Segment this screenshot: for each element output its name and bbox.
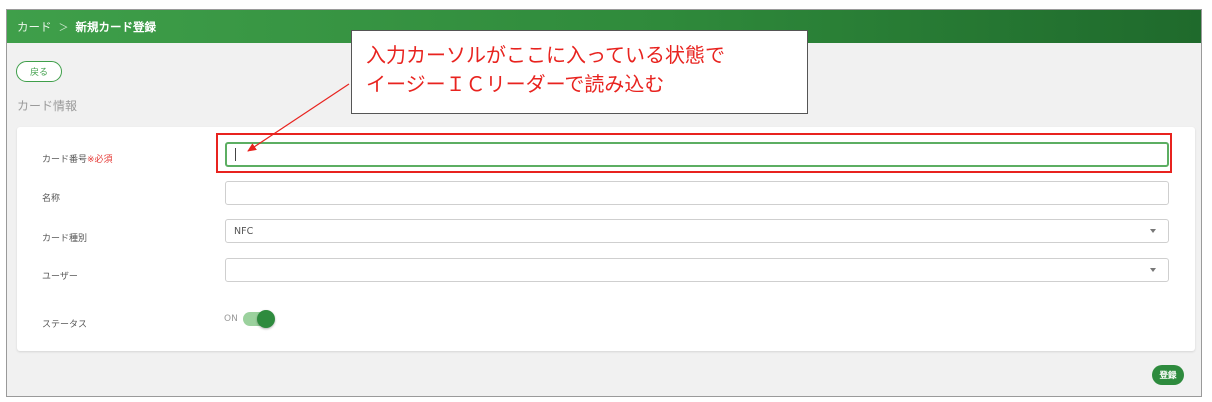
status-toggle-text: ON [224,314,238,324]
annotation-highlight-box [216,133,1172,173]
chevron-down-icon [1150,268,1156,272]
status-label: ステータス [42,320,88,330]
section-title: カード情報 [17,99,78,113]
breadcrumb-cards-link[interactable]: カード [17,19,52,35]
annotation-callout: 入力カーソルがここに入っている状態で イージーＩＣリーダーで読み込む [351,30,808,114]
card-number-label: カード番号※必須 [42,152,113,165]
breadcrumb-separator: ＞ [58,23,69,34]
user-select[interactable] [225,258,1169,282]
card-type-value: NFC [234,225,254,237]
annotation-line-1: 入力カーソルがここに入っている状態で [366,43,725,67]
required-mark: ※必須 [87,155,113,165]
name-label: 名称 [42,194,61,204]
user-label: ユーザー [42,272,78,282]
status-toggle[interactable] [242,310,275,328]
chevron-down-icon [1150,229,1156,233]
name-input[interactable] [225,181,1169,205]
annotation-line-2: イージーＩＣリーダーで読み込む [366,72,665,96]
card-type-label: カード種別 [42,234,88,244]
toggle-knob [256,310,275,328]
breadcrumb-current-page: 新規カード登録 [75,19,157,34]
back-button[interactable]: 戻る [16,61,62,82]
status-toggle-wrap: ON [224,310,275,328]
register-button[interactable]: 登録 [1152,365,1184,385]
card-number-label-text: カード番号 [42,155,88,165]
card-type-select[interactable]: NFC [225,219,1169,243]
